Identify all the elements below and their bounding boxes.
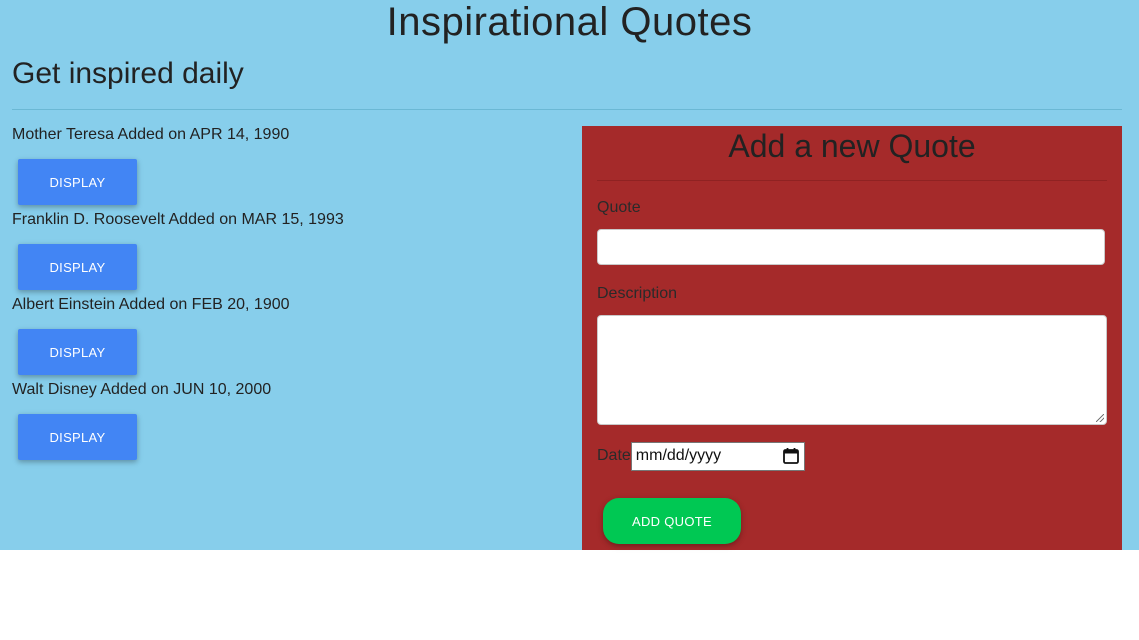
- date-input[interactable]: mm/dd/yyyy: [630, 441, 805, 471]
- form-divider: [597, 180, 1107, 181]
- date-row: Date mm/dd/yyyy: [597, 441, 805, 471]
- quote-author-date: Mother Teresa Added on APR 14, 1990: [12, 126, 290, 143]
- page-subtitle: Get inspired daily: [12, 57, 244, 90]
- resize-handle-icon[interactable]: [1096, 414, 1104, 422]
- display-button[interactable]: DISPLAY: [18, 329, 137, 375]
- add-quote-button[interactable]: ADD QUOTE: [603, 498, 741, 544]
- add-quote-form: Add a new Quote Quote Description Date m…: [582, 126, 1122, 550]
- display-button[interactable]: DISPLAY: [18, 414, 137, 460]
- description-label: Description: [597, 285, 678, 302]
- quote-author-date: Albert Einstein Added on FEB 20, 1900: [12, 296, 290, 313]
- header-divider: [12, 109, 1122, 110]
- form-title: Add a new Quote: [728, 128, 976, 164]
- display-button[interactable]: DISPLAY: [18, 244, 137, 290]
- quote-input[interactable]: [597, 229, 1105, 265]
- list-item: Franklin D. Roosevelt Added on MAR 15, 1…: [12, 209, 572, 294]
- display-button[interactable]: DISPLAY: [18, 159, 137, 205]
- list-item: Albert Einstein Added on FEB 20, 1900 DI…: [12, 294, 572, 379]
- quote-author-date: Franklin D. Roosevelt Added on MAR 15, 1…: [12, 211, 344, 228]
- calendar-icon[interactable]: [782, 447, 800, 465]
- date-placeholder: mm/dd/yyyy: [635, 447, 722, 464]
- page: Inspirational Quotes Get inspired daily …: [0, 0, 1139, 550]
- list-item: Walt Disney Added on JUN 10, 2000 DISPLA…: [12, 379, 572, 464]
- quote-author-date: Walt Disney Added on JUN 10, 2000: [12, 381, 272, 398]
- quote-label: Quote: [597, 199, 641, 216]
- list-item: Mother Teresa Added on APR 14, 1990 DISP…: [12, 124, 572, 209]
- description-textarea[interactable]: [597, 315, 1107, 425]
- page-title: Inspirational Quotes: [386, 0, 753, 44]
- date-label: Date: [597, 447, 631, 464]
- quote-list: Mother Teresa Added on APR 14, 1990 DISP…: [12, 124, 572, 464]
